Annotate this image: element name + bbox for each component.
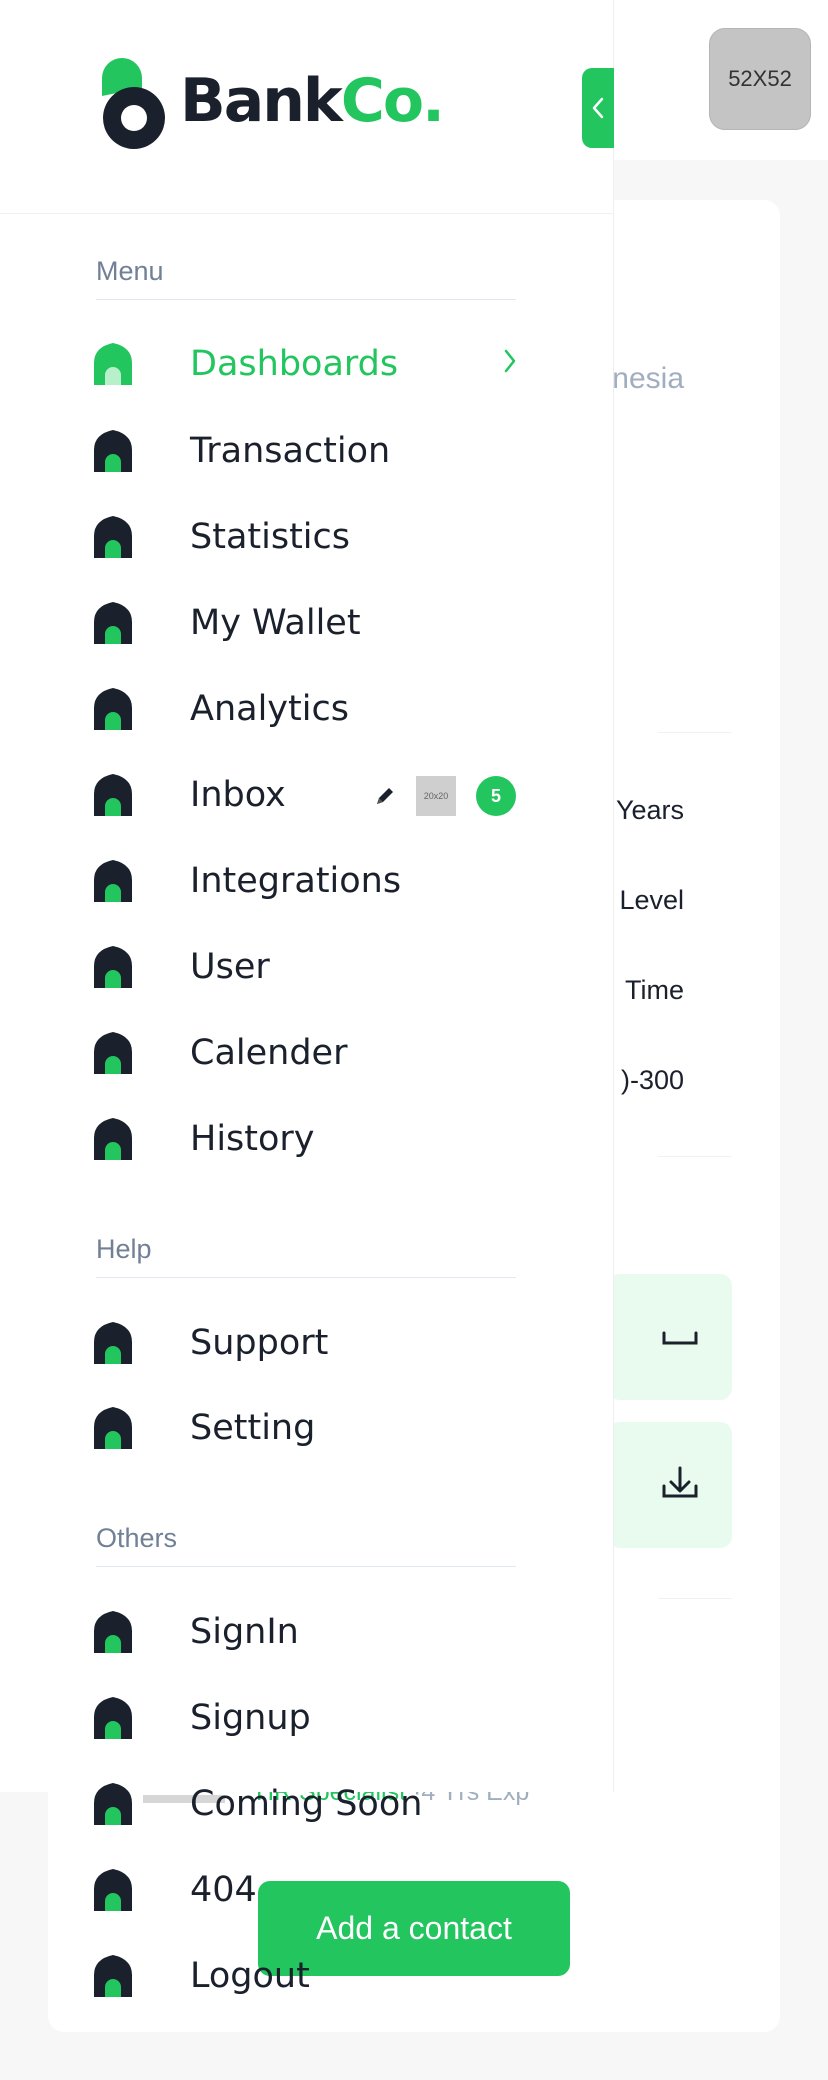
inbox-image-placeholder: 20x20 — [416, 776, 456, 816]
pencil-icon[interactable] — [374, 785, 396, 807]
divider — [658, 1156, 732, 1157]
sidebar-item-support[interactable]: Support — [94, 1312, 518, 1374]
home-icon — [94, 1407, 132, 1449]
sidebar-item-my-wallet[interactable]: My Wallet — [94, 592, 518, 654]
sidebar-item-setting[interactable]: Setting — [94, 1397, 518, 1459]
section-title-others: Others — [96, 1523, 516, 1567]
sidebar-item-statistics[interactable]: Statistics — [94, 506, 518, 568]
sidebar-header: BankCo. — [0, 0, 614, 214]
section-title-help: Help — [96, 1234, 516, 1278]
home-icon — [94, 1322, 132, 1364]
sidebar-item-404[interactable]: 404 — [94, 1859, 518, 1921]
sidebar-item-label: Signup — [190, 1698, 311, 1738]
sidebar-item-label: Analytics — [190, 689, 349, 729]
home-icon — [94, 1783, 132, 1825]
sidebar-collapse-button[interactable] — [582, 68, 614, 148]
upload-icon — [662, 1331, 698, 1345]
logo-text-green: Co. — [340, 66, 445, 136]
sidebar-item-label: Calender — [190, 1033, 348, 1073]
sidebar-item-label: History — [190, 1119, 315, 1159]
home-icon — [94, 1611, 132, 1653]
divider — [658, 1598, 732, 1599]
level-label: Level — [619, 885, 684, 915]
sidebar-item-label: SignIn — [190, 1612, 299, 1652]
home-icon — [94, 516, 132, 558]
home-icon — [94, 343, 132, 385]
sidebar-item-analytics[interactable]: Analytics — [94, 678, 518, 740]
section-title-menu: Menu — [96, 256, 516, 300]
sidebar-item-coming-soon[interactable]: Coming Soon — [94, 1773, 518, 1835]
time-label: Time — [625, 975, 684, 1005]
sidebar-item-label: Inbox — [190, 775, 286, 815]
home-icon — [94, 430, 132, 472]
sidebar-item-label: Setting — [190, 1408, 316, 1448]
home-icon — [94, 1955, 132, 1997]
home-icon — [94, 688, 132, 730]
home-icon — [94, 946, 132, 988]
sidebar-item-label: My Wallet — [190, 603, 361, 643]
home-icon — [94, 1118, 132, 1160]
sidebar-item-label: Statistics — [190, 517, 350, 557]
divider — [658, 732, 732, 733]
download-button[interactable] — [608, 1422, 732, 1548]
sidebar-item-label: Dashboards — [190, 344, 399, 384]
sidebar-item-label: Transaction — [190, 431, 391, 471]
sidebar-item-logout[interactable]: Logout — [94, 1945, 518, 2007]
sidebar-item-label: User — [190, 947, 270, 987]
home-icon — [94, 1869, 132, 1911]
sidebar-item-signup[interactable]: Signup — [94, 1687, 518, 1749]
chevron-right-icon — [504, 349, 516, 373]
logo-text: BankCo. — [180, 66, 445, 136]
sidebar-item-history[interactable]: History — [94, 1108, 518, 1170]
chevron-left-icon — [592, 97, 604, 119]
sidebar-item-transaction[interactable]: Transaction — [94, 420, 518, 482]
sidebar-item-integrations[interactable]: Integrations — [94, 850, 518, 912]
sidebar-item-signin[interactable]: SignIn — [94, 1601, 518, 1663]
logo-icon — [102, 58, 165, 149]
home-icon — [94, 774, 132, 816]
sidebar-item-label: Support — [190, 1323, 329, 1363]
home-icon — [94, 860, 132, 902]
country-text: nesia — [612, 362, 684, 395]
inbox-extras: 20x20 5 — [374, 776, 516, 816]
sidebar-item-label: Integrations — [190, 861, 402, 901]
home-icon — [94, 602, 132, 644]
home-icon — [94, 1032, 132, 1074]
home-icon — [94, 1697, 132, 1739]
experience-label: Years — [615, 795, 684, 825]
avatar[interactable]: 52X52 — [709, 28, 811, 130]
sidebar-item-label: Coming Soon — [190, 1784, 423, 1824]
sidebar-item-calender[interactable]: Calender — [94, 1022, 518, 1084]
upload-button[interactable] — [608, 1274, 732, 1400]
inbox-count-badge: 5 — [476, 776, 516, 816]
sidebar: BankCo. Menu Dashboards Transaction Stat… — [0, 0, 614, 1792]
download-icon — [662, 1466, 698, 1498]
sidebar-item-dashboards[interactable]: Dashboards — [94, 333, 518, 395]
sidebar-item-user[interactable]: User — [94, 936, 518, 998]
sidebar-item-label: 404 — [190, 1870, 257, 1910]
sidebar-item-label: Logout — [190, 1956, 310, 1996]
range-label: )-300 — [620, 1065, 684, 1095]
logo-text-dark: Bank — [180, 66, 343, 136]
